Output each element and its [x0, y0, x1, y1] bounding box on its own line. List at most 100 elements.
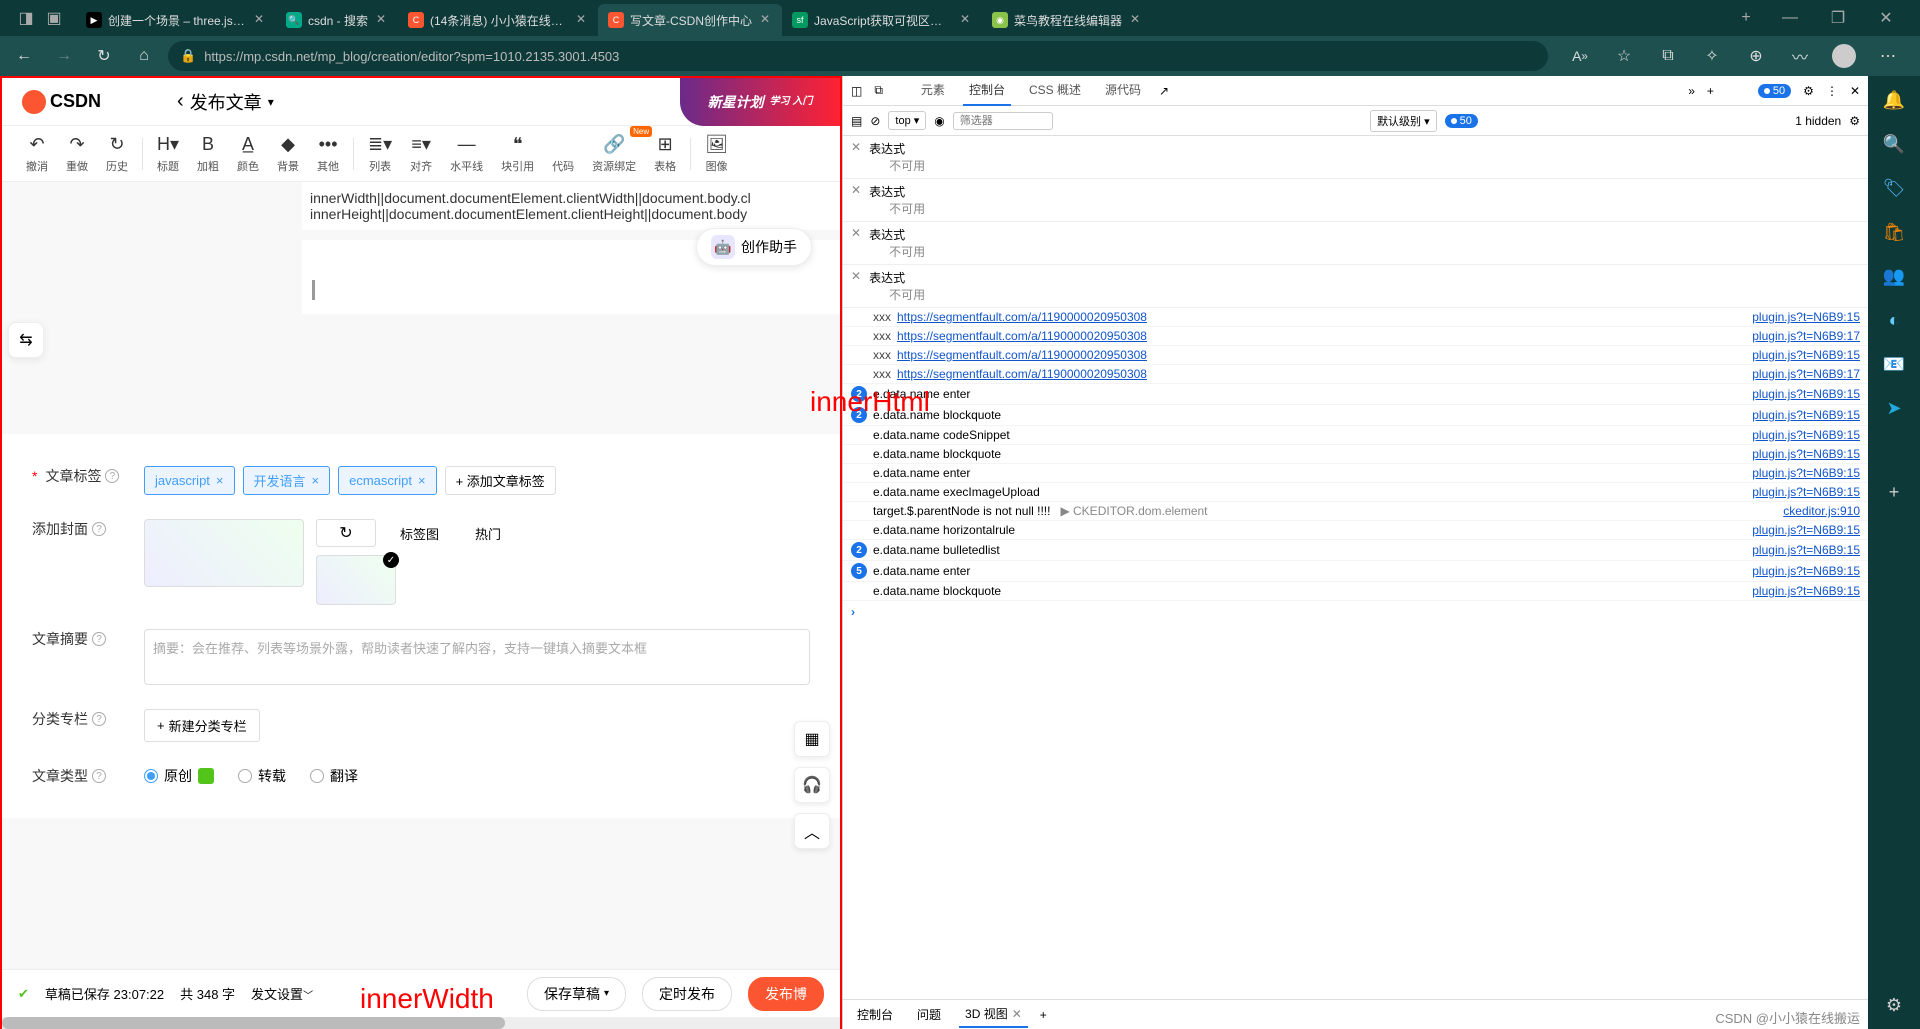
console-log-row[interactable]: e.data.name codeSnippetplugin.js?t=N6B9:…	[843, 426, 1868, 445]
console-log-row[interactable]: e.data.name blockquoteplugin.js?t=N6B9:1…	[843, 582, 1868, 601]
toolbar-背景[interactable]: ◆背景	[269, 130, 307, 178]
log-source[interactable]: plugin.js?t=N6B9:15	[1752, 523, 1860, 537]
tab-close-icon[interactable]: ✕	[252, 13, 266, 27]
toolbar-其他[interactable]: •••其他	[309, 130, 347, 178]
scroll-top-widget[interactable]: ︿	[794, 813, 830, 849]
toolbar-表格[interactable]: ⊞表格	[646, 130, 684, 178]
outline-toggle[interactable]: ⇆	[8, 322, 44, 358]
console-log-row[interactable]: e.data.name execImageUploadplugin.js?t=N…	[843, 483, 1868, 502]
remove-expr-icon[interactable]: ✕	[851, 183, 861, 197]
add-tab-icon[interactable]: +	[1707, 84, 1714, 98]
help-icon[interactable]: ?	[92, 632, 106, 646]
console-log-row[interactable]: xxx https://segmentfault.com/a/119000002…	[843, 346, 1868, 365]
log-link[interactable]: https://segmentfault.com/a/1190000020950…	[897, 310, 1147, 324]
help-icon[interactable]: ?	[92, 712, 106, 726]
cover-hot-label[interactable]: 热门	[463, 520, 513, 547]
console-log-row[interactable]: 2e.data.name enterplugin.js?t=N6B9:15	[843, 384, 1868, 405]
remove-expr-icon[interactable]: ✕	[851, 269, 861, 283]
log-source[interactable]: ckeditor.js:910	[1783, 504, 1860, 518]
log-source[interactable]: plugin.js?t=N6B9:15	[1752, 485, 1860, 499]
context-select[interactable]: top ▾	[888, 111, 926, 130]
toolbar-重做[interactable]: ↷重做	[58, 130, 96, 178]
toolbar-列表[interactable]: ≣▾列表	[360, 130, 400, 178]
console-log-row[interactable]: xxx https://segmentfault.com/a/119000002…	[843, 365, 1868, 384]
browser-tab[interactable]: 🔍csdn - 搜索✕	[276, 4, 398, 36]
toolbar-资源绑定[interactable]: 🔗资源绑定	[584, 130, 644, 178]
drawer-tab[interactable]: 问题	[911, 1002, 947, 1027]
add-tag-button[interactable]: + 添加文章标签	[445, 466, 556, 495]
toolbar-历史[interactable]: ↻历史	[98, 130, 136, 178]
qr-widget[interactable]: ▦	[794, 721, 830, 757]
sidebar-toggle-icon[interactable]: ▤	[851, 114, 862, 128]
add-sidebar-icon[interactable]: +	[1882, 480, 1906, 504]
publish-button[interactable]: 发布博	[748, 977, 824, 1011]
tab-close-icon[interactable]: ✕	[1128, 13, 1142, 27]
log-source[interactable]: plugin.js?t=N6B9:17	[1752, 367, 1860, 381]
log-source[interactable]: plugin.js?t=N6B9:15	[1752, 543, 1860, 557]
level-select[interactable]: 默认级别 ▾	[1370, 110, 1437, 132]
log-source[interactable]: plugin.js?t=N6B9:15	[1752, 584, 1860, 598]
issues-badge[interactable]: 50	[1758, 84, 1791, 98]
device-icon[interactable]: ⧉	[874, 83, 883, 98]
log-link[interactable]: https://segmentfault.com/a/1190000020950…	[897, 329, 1147, 343]
tag-remove-icon[interactable]: ×	[418, 473, 426, 488]
toolbar-图像[interactable]: 🖼图像	[697, 130, 736, 178]
devtools-menu-icon[interactable]: ⋮	[1826, 84, 1838, 98]
support-widget[interactable]: 🎧	[794, 767, 830, 803]
save-draft-button[interactable]: 保存草稿▾	[527, 977, 626, 1011]
maximize-button[interactable]: ❐	[1816, 3, 1860, 33]
log-source[interactable]: plugin.js?t=N6B9:15	[1752, 447, 1860, 461]
browser-tab[interactable]: ▶创建一个场景 – three.js do✕	[76, 4, 276, 36]
devtools-close-icon[interactable]: ✕	[1850, 84, 1860, 98]
help-icon[interactable]: ?	[105, 469, 119, 483]
toolbar-撤消[interactable]: ↶撤消	[18, 130, 56, 178]
menu-icon[interactable]: ⋯	[1872, 40, 1904, 72]
url-field[interactable]: 🔒 https://mp.csdn.net/mp_blog/creation/e…	[168, 41, 1548, 71]
console-log-row[interactable]: 2e.data.name blockquoteplugin.js?t=N6B9:…	[843, 405, 1868, 426]
browser-tab[interactable]: C(14条消息) 小小猿在线搬运✕	[398, 4, 598, 36]
devtools-tab[interactable]: 源代码	[1099, 75, 1147, 106]
console-settings-icon[interactable]: ⚙	[1849, 114, 1860, 128]
drawer-tab-close[interactable]: ✕	[1012, 1007, 1022, 1021]
log-source[interactable]: plugin.js?t=N6B9:15	[1752, 348, 1860, 362]
tab-close-icon[interactable]: ✕	[574, 13, 588, 27]
toolbar-对齐[interactable]: ≡▾对齐	[402, 130, 440, 178]
toolbar-标题[interactable]: H▾标题	[149, 130, 187, 178]
new-column-button[interactable]: +新建分类专栏	[144, 709, 260, 742]
settings-icon[interactable]: ⚙	[1803, 84, 1814, 98]
tag-remove-icon[interactable]: ×	[312, 473, 320, 488]
favorites-bar-icon[interactable]: ✧	[1696, 40, 1728, 72]
help-icon[interactable]: ?	[92, 522, 106, 536]
code-block[interactable]: innerWidth||document.documentElement.cli…	[302, 182, 840, 230]
help-icon[interactable]: ?	[92, 769, 106, 783]
log-source[interactable]: plugin.js?t=N6B9:15	[1752, 387, 1860, 401]
send-icon[interactable]: ➤	[1882, 396, 1906, 420]
extensions-icon[interactable]: ⊕	[1740, 40, 1772, 72]
log-source[interactable]: plugin.js?t=N6B9:15	[1752, 428, 1860, 442]
console-log-row[interactable]: target.$.parentNode is not null !!!! ▶ C…	[843, 502, 1868, 521]
console-log-row[interactable]: 2e.data.name bulletedlistplugin.js?t=N6B…	[843, 540, 1868, 561]
horizontal-scrollbar[interactable]	[2, 1017, 840, 1029]
toolbar-颜色[interactable]: A̲颜色	[229, 130, 267, 178]
log-source[interactable]: plugin.js?t=N6B9:15	[1752, 408, 1860, 422]
home-button[interactable]: ⌂	[128, 40, 160, 72]
shield-icon[interactable]: ◨	[16, 8, 36, 28]
remove-expr-icon[interactable]: ✕	[851, 226, 861, 240]
tab-close-icon[interactable]: ✕	[374, 13, 388, 27]
tag-chip[interactable]: 开发语言 ×	[243, 466, 331, 495]
log-source[interactable]: plugin.js?t=N6B9:15	[1752, 466, 1860, 480]
toolbar-代码[interactable]: 代码	[544, 130, 582, 178]
console-log-row[interactable]: e.data.name horizontalruleplugin.js?t=N6…	[843, 521, 1868, 540]
expand-icon[interactable]: ▶ CKEDITOR.dom.element	[1060, 504, 1207, 518]
shopping-icon[interactable]: 🛍	[1882, 220, 1906, 244]
console-log-row[interactable]: xxx https://segmentfault.com/a/119000002…	[843, 327, 1868, 346]
tag-sidebar-icon[interactable]: 🏷	[1882, 176, 1906, 200]
devtools-tab[interactable]: 控制台	[963, 75, 1011, 106]
cover-thumb-selected[interactable]: ✓	[316, 555, 396, 605]
devtools-tab[interactable]: CSS 概述	[1023, 75, 1087, 106]
notifications-icon[interactable]: 🔔	[1882, 88, 1906, 112]
performance-icon[interactable]: 〰	[1784, 40, 1816, 72]
outlook-icon[interactable]: 📧	[1882, 352, 1906, 376]
remove-expr-icon[interactable]: ✕	[851, 140, 861, 154]
csdn-logo[interactable]: CSDN	[22, 90, 101, 114]
